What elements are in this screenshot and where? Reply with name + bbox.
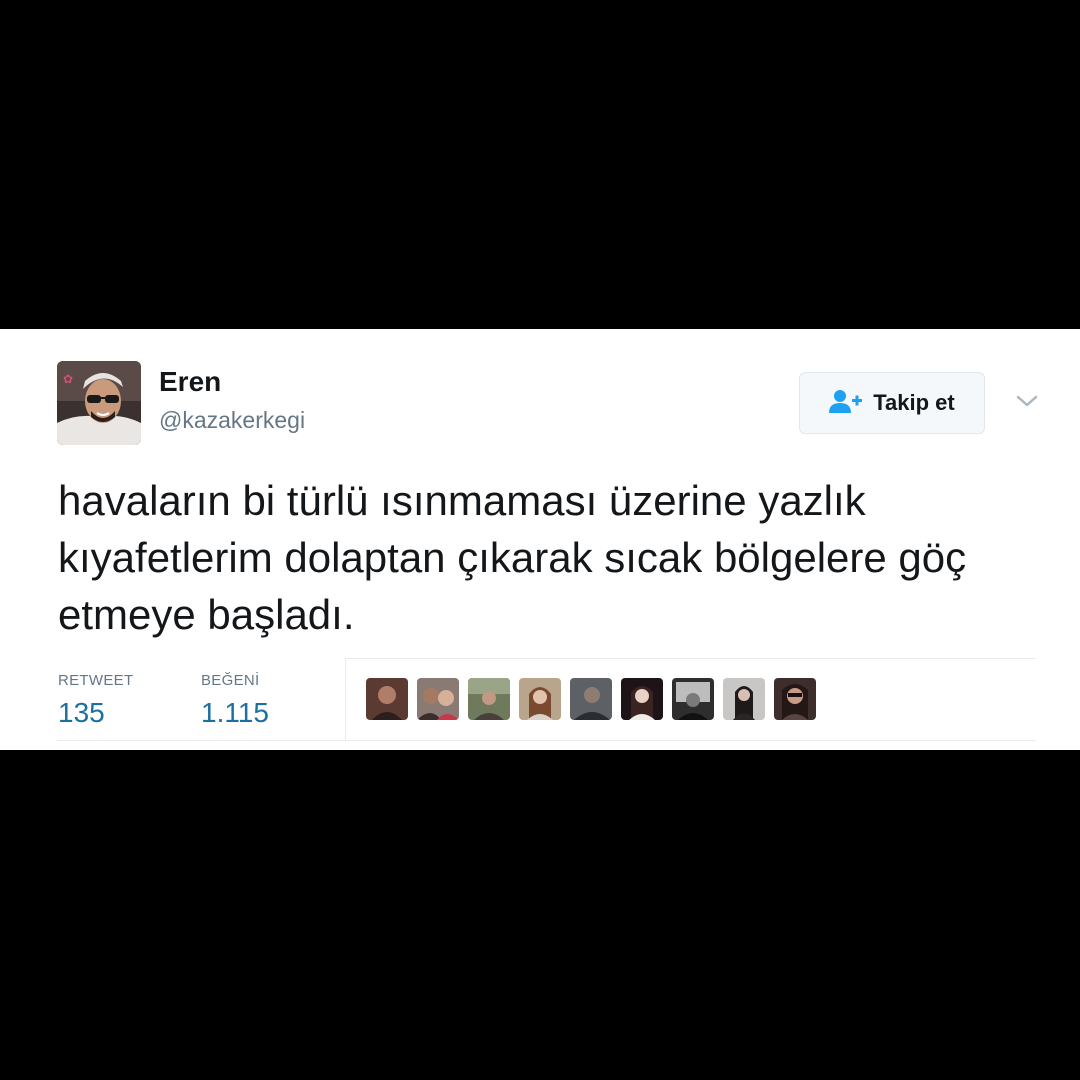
svg-text:✿: ✿ xyxy=(63,372,73,386)
stats-vertical-divider xyxy=(345,659,346,740)
liker-avatar[interactable] xyxy=(774,678,816,720)
liker-avatar[interactable] xyxy=(417,678,459,720)
liker-avatar[interactable] xyxy=(621,678,663,720)
liker-avatar[interactable] xyxy=(570,678,612,720)
follow-button[interactable]: Takip et xyxy=(799,372,985,434)
retweet-count: 135 xyxy=(58,697,105,728)
liker-avatar[interactable] xyxy=(519,678,561,720)
like-stat[interactable]: BEĞENİ 1.115 xyxy=(201,672,269,728)
user-avatar[interactable]: ✿ xyxy=(57,361,141,445)
follow-button-label: Takip et xyxy=(873,390,955,415)
tweet-card: ✿ Eren @kazakerkegi Takip et havaların b… xyxy=(0,329,1080,750)
display-name[interactable]: Eren xyxy=(159,365,221,399)
retweet-stat[interactable]: RETWEET 135 xyxy=(58,672,133,728)
stats-top-divider xyxy=(345,658,1036,659)
chevron-down-icon[interactable] xyxy=(1014,391,1040,411)
liker-avatar[interactable] xyxy=(672,678,714,720)
retweet-label: RETWEET xyxy=(58,672,134,689)
likers-avatars xyxy=(366,678,816,720)
liker-avatar[interactable] xyxy=(468,678,510,720)
liker-avatar[interactable] xyxy=(366,678,408,720)
like-count: 1.115 xyxy=(201,697,269,728)
user-handle[interactable]: @kazakerkegi xyxy=(159,406,305,434)
tweet-text: havaların bi türlü ısınmaması üzerine ya… xyxy=(58,477,967,638)
stats-bottom-divider xyxy=(57,740,1036,741)
add-user-icon xyxy=(829,389,863,418)
liker-avatar[interactable] xyxy=(723,678,765,720)
like-label: BEĞENİ xyxy=(201,672,260,689)
